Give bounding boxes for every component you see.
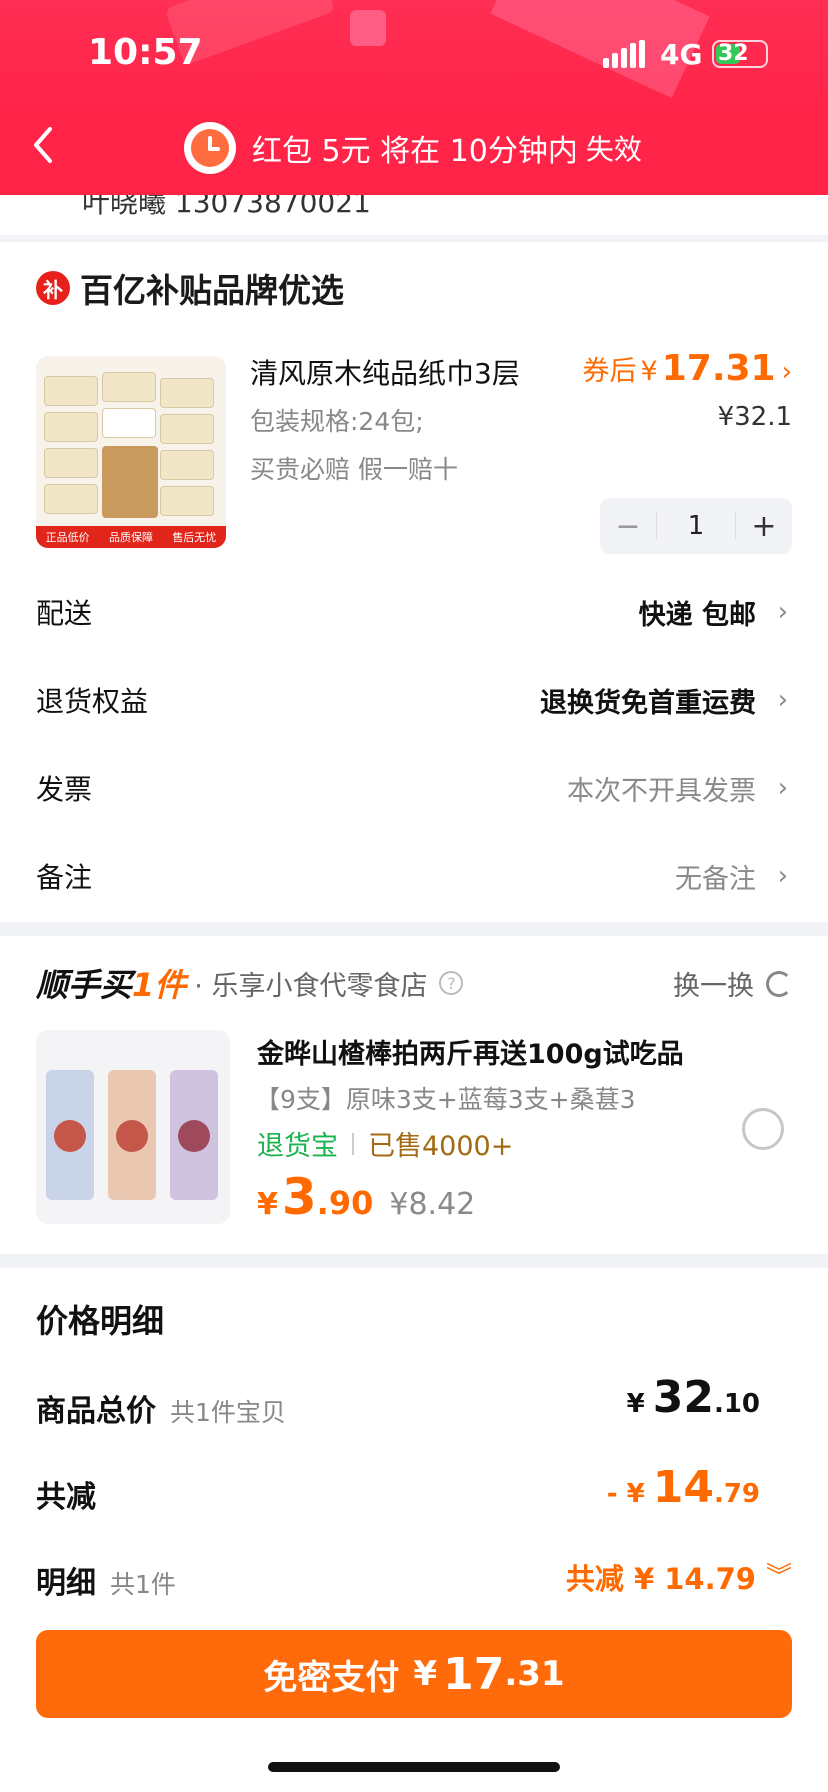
sold-count: 已售4000+ [368, 1131, 514, 1162]
swap-button[interactable]: 换一换 [673, 964, 792, 1003]
quantity-stepper[interactable]: − 1 + [600, 498, 792, 554]
top-header: 10:57 4G 32 红包 5元 将在 10分钟内 失效 [0, 0, 828, 195]
addon-card: 顺手买1件 · 乐享小食代零食店 ? 换一换 金晔山楂棒拍两斤再送100g试吃品… [0, 936, 828, 1254]
addon-product-title[interactable]: 金晔山楂棒拍两斤再送100g试吃品 [257, 1032, 684, 1071]
chevron-right-icon: › [777, 861, 788, 891]
original-price: ¥32.1 [717, 402, 792, 432]
addon-tags: 退货宝 已售4000+ [257, 1124, 513, 1163]
battery-icon: 32 [712, 40, 768, 68]
discount-amount: - ¥ 14 .79 [606, 1462, 760, 1513]
addon-price: ¥ 3 .90 ¥8.42 [257, 1168, 476, 1226]
status-bar: 10:57 4G 32 [0, 0, 828, 100]
total-price-label: 商品总价 共1件宝贝 [36, 1394, 286, 1429]
product-image[interactable]: 正品低价 品质保障 售后无忧 [36, 356, 226, 548]
product-title[interactable]: 清风原木纯品纸巾3层 [250, 352, 520, 392]
addon-product-image[interactable] [36, 1030, 230, 1224]
address-peek-text: 叶晓曦 13073870021 [82, 195, 371, 219]
addon-shop-name[interactable]: · 乐享小食代零食店 [194, 964, 427, 1003]
order-card: 补 百亿补贴品牌优选 正品低价 品质保障 售后无忧 清风原木纯品纸巾3层 包装规… [0, 242, 828, 922]
chevron-right-icon: › [777, 685, 788, 715]
chevron-right-icon: › [781, 357, 792, 387]
invoice-row[interactable]: 发票 本次不开具发票 › [0, 758, 828, 818]
decrement-button[interactable]: − [600, 509, 656, 544]
addon-header: 顺手买1件 · 乐享小食代零食店 ? [36, 960, 464, 1006]
brand-section-title: 补 百亿补贴品牌优选 [36, 264, 344, 312]
product-spec[interactable]: 包装规格:24包; [250, 402, 424, 438]
after-coupon-price[interactable]: 券后 ¥ 17.31 › [583, 348, 792, 389]
pay-button[interactable]: 免密支付 ¥ 17 .31 [36, 1630, 792, 1718]
addon-select-radio[interactable] [742, 1108, 784, 1150]
remark-row[interactable]: 备注 无备注 › [0, 846, 828, 906]
banner-text: 红包 5元 将在 10分钟内 [252, 134, 578, 169]
back-button[interactable] [30, 125, 60, 165]
product-guarantee: 买贵必赔 假一赔十 [250, 455, 458, 484]
brand-title-text: 百亿补贴品牌优选 [80, 271, 344, 310]
signal-icon [603, 40, 645, 68]
status-time: 10:57 [88, 32, 203, 73]
address-peek: 叶晓曦 13073870021 [0, 195, 828, 235]
detail-expand-button[interactable]: 共减 ¥ 14.79 ︾ [566, 1556, 792, 1598]
delivery-row[interactable]: 配送 快递 包邮 › [0, 582, 828, 642]
home-indicator[interactable] [268, 1762, 560, 1772]
addon-product-subtitle: 【9支】原味3支+蓝莓3支+桑葚3 [255, 1085, 636, 1114]
detail-label: 明细 共1件 [36, 1566, 176, 1601]
chevron-left-icon [34, 127, 52, 163]
double-chevron-down-icon: ︾ [765, 1562, 792, 1592]
return-rights-row[interactable]: 退货权益 退换货免首重运费 › [0, 670, 828, 730]
discount-label: 共减 [36, 1480, 96, 1515]
subsidy-badge-icon: 补 [36, 271, 70, 305]
increment-button[interactable]: + [736, 509, 792, 544]
price-detail-title: 价格明细 [36, 1302, 165, 1340]
chevron-right-icon: › [777, 597, 788, 627]
banner-expire: 失效 [585, 133, 642, 166]
alarm-clock-icon [184, 122, 236, 174]
battery-level: 32 [718, 41, 749, 66]
redpacket-timer-banner: 红包 5元 将在 10分钟内 失效 [184, 120, 642, 176]
network-label: 4G [660, 38, 703, 71]
refresh-icon [766, 970, 792, 997]
return-insurance-tag: 退货宝 [257, 1131, 338, 1162]
chevron-right-icon: › [777, 773, 788, 803]
quantity-value[interactable]: 1 [656, 512, 736, 540]
addon-old-price: ¥8.42 [389, 1187, 476, 1222]
product-image-band: 正品低价 品质保障 售后无忧 [36, 526, 226, 548]
addon-logo: 顺手买1件 [36, 966, 187, 1004]
help-icon[interactable]: ? [439, 971, 464, 995]
total-price-amount: ¥ 32 .10 [626, 1372, 760, 1423]
